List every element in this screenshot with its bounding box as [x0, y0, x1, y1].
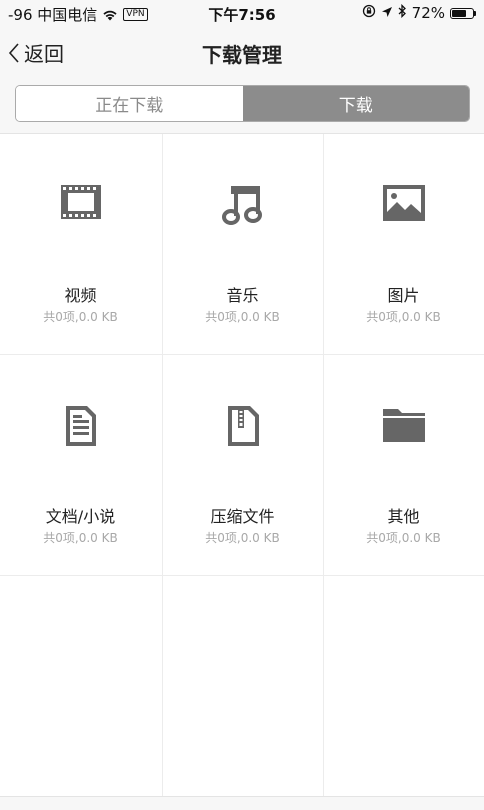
tab-downloaded[interactable]: 下载: [242, 86, 469, 121]
category-document[interactable]: 文档/小说 共0项,0.0 KB: [0, 355, 161, 575]
category-name: 其他: [387, 507, 420, 526]
category-name: 图片: [387, 286, 420, 305]
battery-percent: 72%: [411, 4, 445, 22]
category-video[interactable]: 视频 共0项,0.0 KB: [0, 134, 161, 354]
category-name: 视频: [64, 286, 97, 305]
category-music[interactable]: 音乐 共0项,0.0 KB: [162, 134, 323, 354]
video-icon: [0, 182, 161, 222]
bluetooth-icon: [398, 3, 407, 22]
divider: [0, 796, 484, 797]
music-icon: [162, 182, 323, 226]
location-icon: [381, 4, 393, 22]
folder-icon: [323, 403, 484, 445]
category-summary: 共0项,0.0 KB: [43, 531, 118, 545]
category-summary: 共0项,0.0 KB: [43, 310, 118, 324]
category-grid: 视频 共0项,0.0 KB 音乐 共0项,0.0 KB 图片 共0项,0.0 K…: [0, 134, 484, 796]
archive-icon: [162, 403, 323, 449]
page-title: 下载管理: [202, 43, 282, 67]
category-name: 压缩文件: [210, 507, 275, 526]
category-summary: 共0项,0.0 KB: [366, 310, 441, 324]
category-summary: 共0项,0.0 KB: [366, 531, 441, 545]
document-icon: [0, 403, 161, 449]
category-summary: 共0项,0.0 KB: [205, 531, 280, 545]
category-name: 音乐: [226, 286, 259, 305]
download-manager-screen: -96 中国电信 VPN 下午7:56 72% 返回 下载管理 正在下载 下载 …: [0, 0, 484, 810]
status-bar: -96 中国电信 VPN 下午7:56 72%: [0, 0, 484, 26]
category-name: 文档/小说: [45, 507, 116, 526]
status-right: 72%: [362, 3, 476, 22]
orientation-lock-icon: [362, 4, 376, 22]
category-summary: 共0项,0.0 KB: [205, 310, 280, 324]
tab-downloading[interactable]: 正在下载: [16, 86, 243, 121]
category-other[interactable]: 其他 共0项,0.0 KB: [323, 355, 484, 575]
navigation-bar: 返回 下载管理: [0, 28, 484, 78]
battery-icon: [450, 7, 476, 19]
category-archive[interactable]: 压缩文件 共0项,0.0 KB: [162, 355, 323, 575]
category-image[interactable]: 图片 共0项,0.0 KB: [323, 134, 484, 354]
download-segmented-control: 正在下载 下载: [15, 85, 470, 122]
grid-divider: [0, 575, 484, 576]
image-icon: [323, 182, 484, 224]
